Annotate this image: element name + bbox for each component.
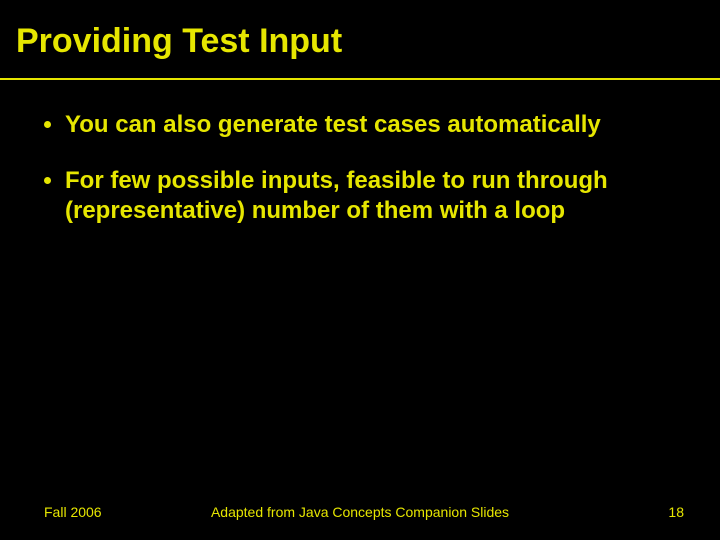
- footer-page-number: 18: [668, 504, 684, 520]
- footer-center: Adapted from Java Concepts Companion Sli…: [0, 504, 720, 520]
- title-underline: [0, 78, 720, 80]
- bullet-dot-icon: [44, 177, 51, 184]
- bullet-item: You can also generate test cases automat…: [44, 110, 680, 140]
- bullet-text: For few possible inputs, feasible to run…: [65, 166, 680, 226]
- bullet-dot-icon: [44, 121, 51, 128]
- slide-body: You can also generate test cases automat…: [44, 110, 680, 252]
- slide: Providing Test Input You can also genera…: [0, 0, 720, 540]
- bullet-item: For few possible inputs, feasible to run…: [44, 166, 680, 226]
- slide-title: Providing Test Input: [0, 0, 720, 67]
- bullet-text: You can also generate test cases automat…: [65, 110, 680, 140]
